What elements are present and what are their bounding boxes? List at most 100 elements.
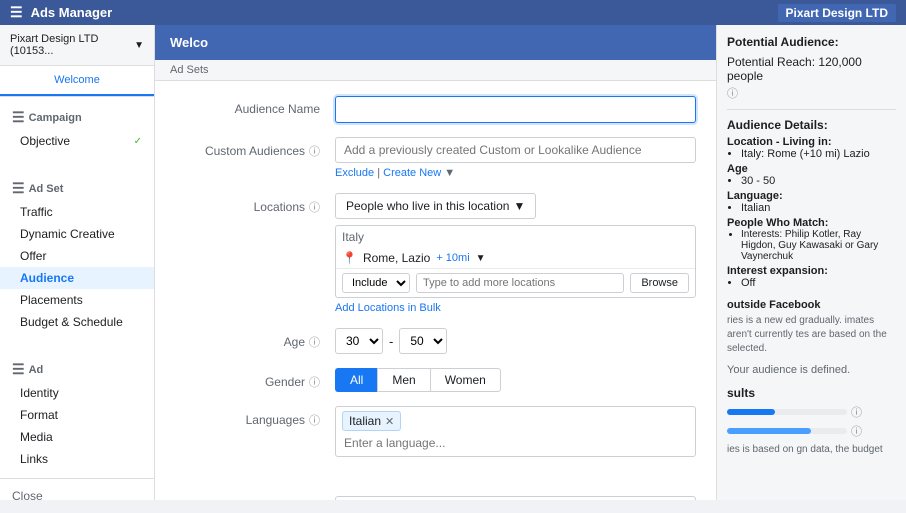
chevron-down-icon: ▼	[134, 40, 144, 51]
gender-control: All Men Women	[335, 368, 696, 392]
location-detail: Location - Living in: Italy: Rome (+10 m…	[727, 136, 896, 160]
language-box: Italian ✕	[335, 406, 696, 457]
location-country: Italy	[336, 226, 695, 248]
ad-icon: ☰	[12, 361, 25, 378]
form-area: Audience Name Libri test Live Emanuele C…	[155, 81, 716, 486]
gender-women-button[interactable]: Women	[431, 368, 501, 392]
location-type-input[interactable]	[416, 273, 624, 293]
location-add-row: Include Browse	[336, 268, 695, 297]
center-content: Welco Ad Sets Audience Name Libri test L…	[155, 25, 716, 500]
location-box: Italy 📍 Rome, Lazio + 10mi ▼ Include	[335, 225, 696, 298]
audience-name-control: Libri test Live Emanuele	[335, 96, 696, 123]
remove-language-icon[interactable]: ✕	[385, 415, 394, 428]
sidebar-item-identity[interactable]: Identity	[0, 382, 154, 404]
potential-info-icon[interactable]: ⓘ	[727, 85, 896, 101]
results-estimate-text: ies is based on gn data, the budget	[727, 443, 896, 457]
results-info-icon-1[interactable]: ⓘ	[851, 404, 862, 420]
adset-section-title: ☰ Ad Set	[0, 176, 154, 201]
close-button[interactable]: Close	[0, 478, 154, 513]
age-label: Age ⓘ	[175, 328, 335, 350]
sidebar-item-audience[interactable]: Audience	[0, 267, 154, 289]
audience-name-row: Audience Name Libri test Live Emanuele	[175, 96, 696, 123]
results-title: sults	[727, 386, 896, 400]
exclude-link[interactable]: Exclude	[335, 167, 374, 179]
sidebar-item-objective[interactable]: Objective ✓	[0, 130, 154, 152]
languages-info-icon[interactable]: ⓘ	[309, 412, 320, 428]
add-locations-bulk-link[interactable]: Add Locations in Bulk	[335, 302, 696, 314]
gender-men-button[interactable]: Men	[377, 368, 430, 392]
custom-audiences-info-icon[interactable]: ⓘ	[309, 143, 320, 159]
location-item: 📍 Rome, Lazio + 10mi ▼	[336, 248, 695, 268]
age-to-select[interactable]: 50	[399, 328, 447, 354]
outside-fb-text: ries is a new ed gradually. imates aren'…	[727, 314, 896, 356]
location-pin-icon: 📍	[342, 251, 357, 265]
ad-sets-label: Ad Sets	[155, 60, 716, 81]
potential-audience-title: Potential Audience:	[727, 35, 896, 49]
menu-icon[interactable]: ☰	[10, 4, 23, 21]
locations-info-icon[interactable]: ⓘ	[309, 199, 320, 215]
results-bar-row-1: ⓘ	[727, 404, 896, 420]
sidebar-item-format[interactable]: Format	[0, 404, 154, 426]
ad-section-title: ☰ Ad	[0, 357, 154, 382]
sidebar-item-media[interactable]: Media	[0, 426, 154, 448]
right-sidebar: Potential Audience: Potential Reach: 120…	[716, 25, 906, 500]
location-dropdown[interactable]: People who live in this location ▼	[335, 193, 536, 219]
gender-all-button[interactable]: All	[335, 368, 377, 392]
results-info-icon-2[interactable]: ⓘ	[851, 423, 862, 439]
brand-name: Pixart Design LTD	[778, 4, 896, 22]
welcome-text: Welco	[170, 35, 208, 50]
audience-definition-text: Your audience is defined.	[727, 364, 896, 376]
detailed-targeting-box: INCLUDE people who match at least ONE of…	[335, 496, 696, 500]
sidebar-item-dynamic-creative[interactable]: Dynamic Creative	[0, 223, 154, 245]
sidebar-section-ad: ☰ Ad Identity Format Media Links	[0, 349, 154, 478]
left-sidebar: Pixart Design LTD (10153... ▼ Welcome ☰ …	[0, 25, 155, 500]
people-match-detail: People Who Match: Interests: Philip Kotl…	[727, 217, 896, 262]
results-bar-fill-1	[727, 409, 775, 415]
sidebar-item-offer[interactable]: Offer	[0, 245, 154, 267]
language-detail: Language: Italian	[727, 190, 896, 214]
outside-fb-title: outside Facebook	[727, 299, 896, 311]
detailed-targeting-label: Detailed Targeting ⓘ	[175, 496, 335, 500]
create-new-link[interactable]: Create New	[383, 167, 441, 179]
location-radius: + 10mi	[436, 252, 469, 264]
audience-links: Exclude | Create New ▼	[335, 167, 696, 179]
adset-icon: ☰	[12, 180, 25, 197]
campaign-icon: ☰	[12, 109, 25, 126]
sidebar-item-budget-schedule[interactable]: Budget & Schedule	[0, 311, 154, 333]
account-selector[interactable]: Pixart Design LTD (10153... ▼	[0, 25, 154, 66]
age-control: 30 - 50	[335, 328, 696, 354]
dt-row: Detailed Targeting ⓘ INCLUDE people who …	[175, 496, 696, 500]
age-info-icon[interactable]: ⓘ	[309, 334, 320, 350]
custom-audiences-label: Custom Audiences ⓘ	[175, 137, 335, 159]
custom-audiences-row: Custom Audiences ⓘ Exclude | Create New …	[175, 137, 696, 179]
language-tag: Italian ✕	[342, 411, 401, 431]
gender-row: Gender ⓘ All Men Women	[175, 368, 696, 392]
account-name: Pixart Design LTD (10153...	[10, 33, 130, 57]
language-input[interactable]	[342, 434, 689, 452]
gender-info-icon[interactable]: ⓘ	[309, 374, 320, 390]
sidebar-item-traffic[interactable]: Traffic	[0, 201, 154, 223]
sidebar-section-adset: ☰ Ad Set Traffic Dynamic Creative Offer …	[0, 168, 154, 341]
languages-control: Italian ✕	[335, 406, 696, 457]
age-row: Age ⓘ 30 - 50	[175, 328, 696, 354]
custom-audiences-control: Exclude | Create New ▼	[335, 137, 696, 179]
results-bar-container: ⓘ ⓘ	[727, 404, 896, 439]
results-bar-fill-2	[727, 428, 811, 434]
browse-button[interactable]: Browse	[630, 273, 689, 293]
gender-buttons: All Men Women	[335, 368, 696, 392]
tab-welcome[interactable]: Welcome	[0, 66, 154, 96]
locations-label: Locations ⓘ	[175, 193, 335, 215]
radius-chevron-icon: ▼	[476, 253, 486, 264]
chevron-down-icon: ▼	[513, 199, 525, 213]
include-select[interactable]: Include	[342, 273, 410, 293]
audience-name-input[interactable]: Libri test Live Emanuele	[335, 96, 696, 123]
custom-audiences-input[interactable]	[335, 137, 696, 163]
app-title: Ads Manager	[31, 5, 778, 20]
age-detail: Age 30 - 50	[727, 163, 896, 187]
center-top-bar: Welco	[155, 25, 716, 60]
sidebar-item-links[interactable]: Links	[0, 448, 154, 470]
sidebar-item-placements[interactable]: Placements	[0, 289, 154, 311]
detailed-targeting-section: Detailed Targeting ⓘ INCLUDE people who …	[155, 486, 716, 500]
outside-facebook-section: outside Facebook ries is a new ed gradua…	[727, 299, 896, 356]
age-from-select[interactable]: 30	[335, 328, 383, 354]
